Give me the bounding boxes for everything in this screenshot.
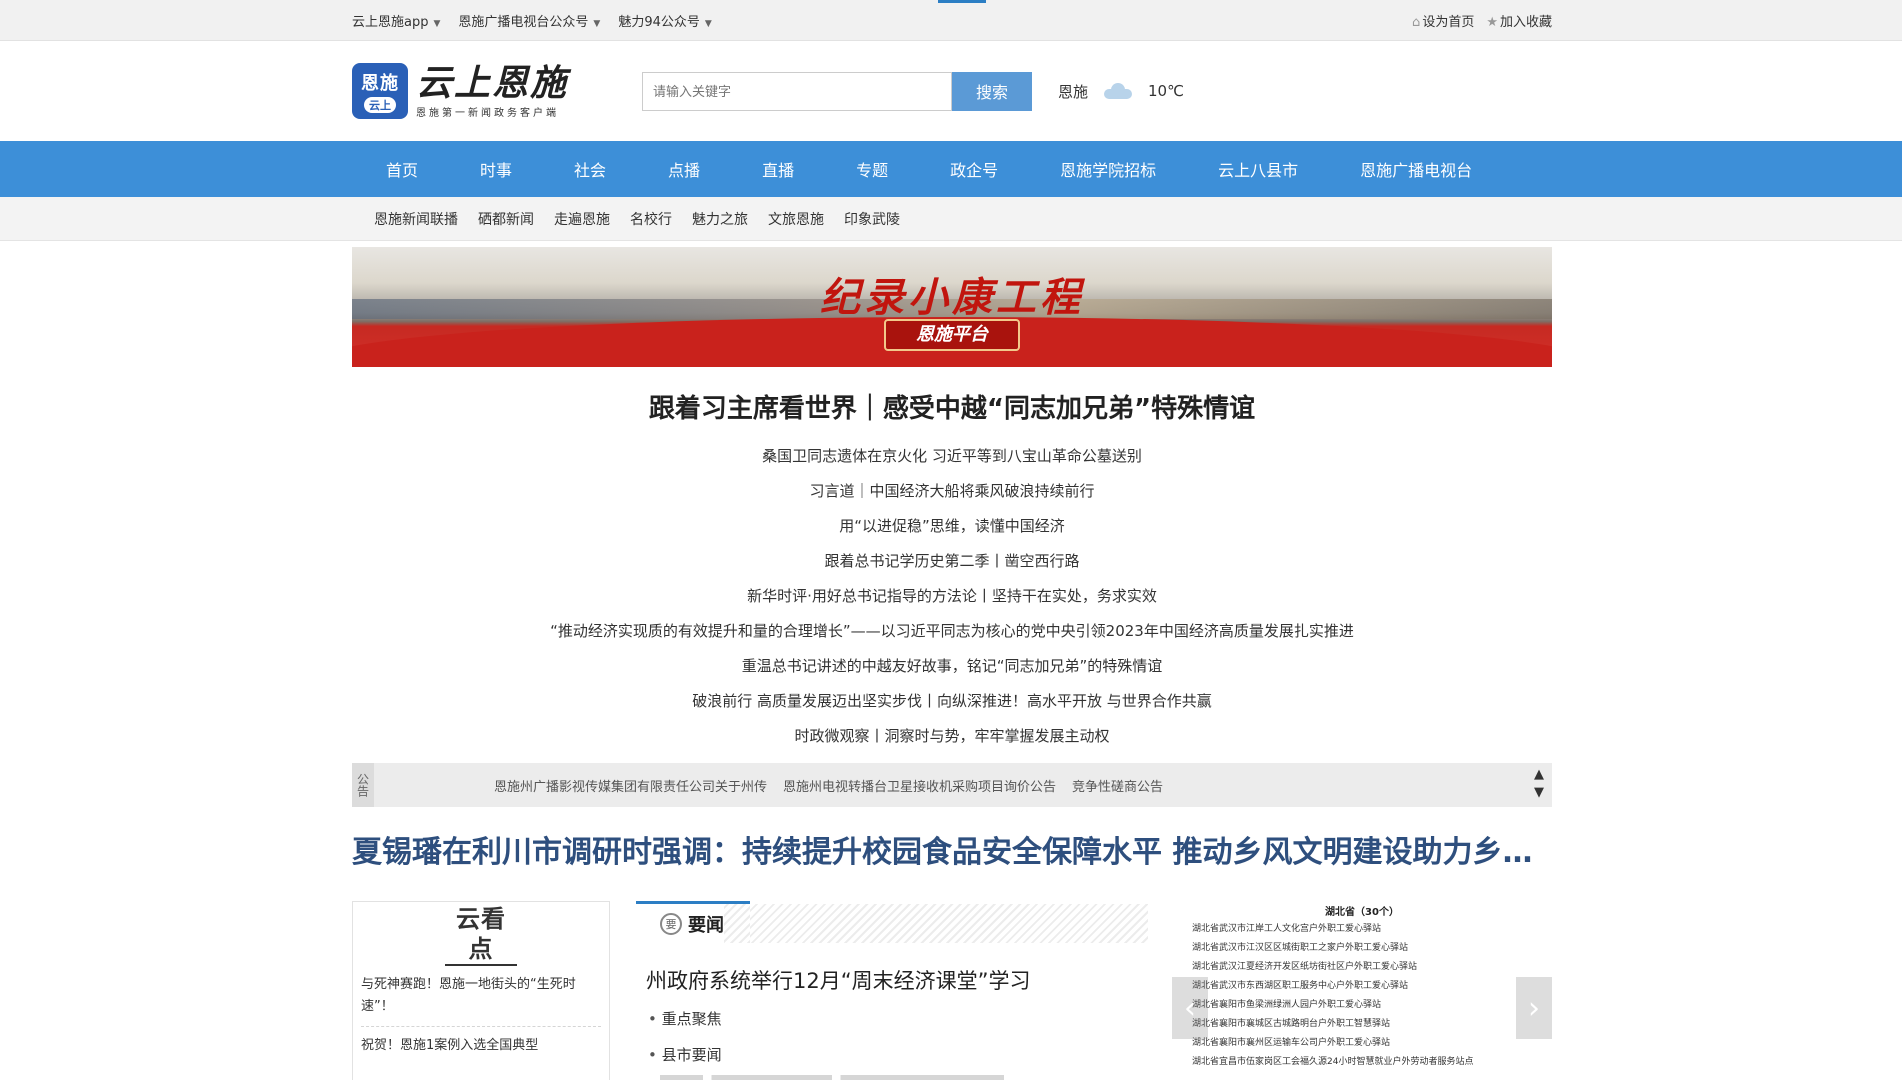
arrow-down-icon[interactable]: ▼: [1534, 786, 1544, 799]
subnav-news-broadcast[interactable]: 恩施新闻联播: [374, 209, 458, 229]
notice-bar: 公告 恩施州广播影视传媒集团有限责任公司关于州传 恩施州电视转播台卫星接收机采购…: [352, 763, 1552, 807]
province-item: 湖北省襄阳市鱼梁洲绿洲人园户外职工爱心驿站: [1192, 1000, 1382, 1010]
province-title: 湖北省（30个）: [1325, 907, 1399, 918]
weather-city: 恩施: [1058, 82, 1089, 101]
content-row: 云看点 与死神赛跑！恩施一地街头的“生死时速”！ 祝贺！恩施1案例入选全国典型 …: [352, 901, 1552, 1080]
news-link-county[interactable]: 县市要闻: [648, 1037, 1148, 1073]
search-button[interactable]: 搜索: [952, 71, 1032, 111]
headline-item[interactable]: 跟着总书记学历史第二季丨凿空西行路: [352, 544, 1552, 579]
notice-item[interactable]: 恩施州广播影视传媒集团有限责任公司关于州传: [494, 776, 767, 795]
yunkan-item[interactable]: 与死神赛跑！恩施一地街头的“生死时速”！: [361, 966, 601, 1027]
promo-banner[interactable]: 纪录小康工程 恩施平台: [352, 247, 1552, 367]
set-home-link[interactable]: ⌂ 设为首页: [1412, 11, 1474, 30]
weather-temp: 10℃: [1148, 82, 1184, 100]
subnav-tour-enshi[interactable]: 走遍恩施: [554, 209, 610, 229]
top-indicator: [938, 0, 986, 3]
banner-title: 纪录小康工程: [820, 274, 1084, 321]
notice-tag: 公告: [352, 763, 374, 807]
slider-next-icon[interactable]: ›: [1516, 977, 1552, 1039]
radio-wechat-link[interactable]: 魅力94公众号 ▼: [618, 11, 711, 30]
news-icon: 要: [660, 912, 682, 935]
tab-important-news[interactable]: 要 要闻: [636, 901, 750, 943]
province-item: 湖北省武汉市江汉区区城街职工之家户外职工爱心驿站: [1192, 943, 1409, 953]
news-panel: 要 要闻 州政府系统举行12月“周末经济课堂”学习 重点聚焦 县市要闻: [636, 901, 1148, 1080]
tv-wechat-link[interactable]: 恩施广播电视台公众号 ▼: [458, 11, 600, 30]
nav-topics[interactable]: 专题: [822, 157, 916, 181]
big-headline[interactable]: 夏锡璠在利川市调研时强调：持续提升校园食品安全保障水平 推动乡风文明建设助力乡村…: [352, 833, 1552, 873]
main-nav: 首页 时事 社会 点播 直播 专题 政企号 恩施学院招标 云上八县市 恩施广播电…: [0, 141, 1902, 197]
nav-society[interactable]: 社会: [540, 157, 634, 181]
star-icon: ★: [1486, 15, 1498, 30]
headline-item[interactable]: “推动经济实现质的有效提升和量的合理增长”——以习近平同志为核心的党中央引领20…: [352, 614, 1552, 649]
headline-item[interactable]: 习言道｜中国经济大船将乘风破浪持续前行: [352, 474, 1552, 509]
nav-live[interactable]: 直播: [728, 157, 822, 181]
province-item: 湖北省宜昌市伍家岗区工会福久源24小时智慧就业户外劳动者服务站点: [1192, 1057, 1474, 1067]
subnav-impression-wuling[interactable]: 印象武陵: [844, 209, 900, 229]
headline-block: 跟着习主席看世界｜感受中越“同志加兄弟”特殊情谊 桑国卫同志遗体在京火化 习近平…: [352, 391, 1552, 754]
top-links: 云上恩施app ▼ 恩施广播电视台公众号 ▼ 魅力94公众号 ▼: [352, 11, 712, 30]
news-link-focus[interactable]: 重点聚焦: [648, 1001, 1148, 1037]
sub-nav: 恩施新闻联播 硒都新闻 走遍恩施 名校行 魅力之旅 文旅恩施 印象武陵: [0, 197, 1902, 241]
chevron-down-icon: ▼: [704, 19, 712, 29]
province-list: 湖北省武汉市江岸工人文化宫户外职工爱心驿站 湖北省武汉市江汉区区城街职工之家户外…: [1192, 920, 1552, 1072]
nav-eight-counties[interactable]: 云上八县市: [1184, 157, 1326, 181]
subnav-charm-journey[interactable]: 魅力之旅: [692, 209, 748, 229]
headline-list: 桑国卫同志遗体在京火化 习近平等到八宝山革命公墓送别 习言道｜中国经济大船将乘风…: [352, 439, 1552, 754]
top-actions: ⌂ 设为首页 ★ 加入收藏: [1412, 11, 1552, 30]
nav-current-affairs[interactable]: 时事: [446, 157, 540, 181]
headline-item[interactable]: 用“以进促稳”思维，读懂中国经济: [352, 509, 1552, 544]
nav-college-admissions[interactable]: 恩施学院招标: [1026, 157, 1184, 181]
home-icon: ⌂: [1412, 15, 1421, 30]
news-tab-strip: 要 要闻: [636, 901, 1148, 943]
notice-items: 恩施州广播影视传媒集团有限责任公司关于州传 恩施州电视转播台卫星接收机采购项目询…: [494, 776, 1163, 795]
top-bar: 云上恩施app ▼ 恩施广播电视台公众号 ▼ 魅力94公众号 ▼ ⌂ 设为首页 ★ 加入收…: [0, 0, 1902, 41]
nav-gov-accounts[interactable]: 政企号: [916, 157, 1026, 181]
headline-item[interactable]: 新华时评·用好总书记指导的方法论丨坚持干在实处，务求实效: [352, 579, 1552, 614]
chevron-down-icon: ▼: [433, 19, 441, 29]
search-box: 搜索: [642, 71, 1032, 111]
news-title[interactable]: 州政府系统举行12月“周末经济课堂”学习: [646, 965, 1148, 995]
headline-title[interactable]: 跟着习主席看世界｜感受中越“同志加兄弟”特殊情谊: [352, 391, 1552, 427]
province-item: 湖北省武汉市东西湖区职工服务中心户外职工爱心驿站: [1192, 981, 1409, 991]
headline-item[interactable]: 时政微观察丨洞察时与势，牢牢掌握发展主动权: [352, 719, 1552, 754]
nav-on-demand[interactable]: 点播: [634, 157, 728, 181]
search-input[interactable]: [642, 71, 952, 111]
arrow-up-icon[interactable]: ▲: [1534, 768, 1544, 781]
banner-badge: 恩施平台: [884, 319, 1020, 351]
notice-item[interactable]: 恩施州电视转播台卫星接收机采购项目询价公告: [783, 776, 1056, 795]
logo-text: 云上恩施 恩施第一新闻政务客户端: [416, 62, 569, 119]
nav-tv-station[interactable]: 恩施广播电视台: [1326, 157, 1500, 181]
slider-panel: 湖北省（30个） 湖北省武汉市江岸工人文化宫户外职工爱心驿站 湖北省武汉市江汉区…: [1172, 901, 1552, 1080]
tab-label: 要闻: [688, 914, 724, 936]
notice-arrows: ▲ ▼: [1534, 768, 1544, 799]
tab-strip-fill: [750, 904, 1148, 943]
headline-item[interactable]: 重温总书记讲述的中越友好故事，铭记“同志加兄弟”的特殊情谊: [352, 649, 1552, 684]
cloud-icon: [1102, 83, 1134, 99]
province-item: 湖北省襄阳市襄城区古城路明台户外职工智慧驿站: [1192, 1019, 1391, 1029]
weather-widget: 恩施 10℃: [1058, 81, 1184, 102]
subnav-selenium-news[interactable]: 硒都新闻: [478, 209, 534, 229]
headline-item[interactable]: 桑国卫同志遗体在京火化 习近平等到八宝山革命公墓送别: [352, 439, 1552, 474]
add-favorite-link[interactable]: ★ 加入收藏: [1486, 11, 1552, 30]
news-links: 重点聚焦 县市要闻: [648, 1001, 1148, 1073]
subnav-school-tour[interactable]: 名校行: [630, 209, 672, 229]
province-item: 湖北省武汉江夏经济开发区纸坊街社区户外职工爱心驿站: [1192, 962, 1418, 972]
nav-home[interactable]: 首页: [352, 157, 446, 181]
app-link[interactable]: 云上恩施app ▼: [352, 11, 440, 30]
chevron-down-icon: ▼: [593, 19, 601, 29]
notice-item[interactable]: 竞争性磋商公告: [1072, 776, 1163, 795]
province-item: 湖北省武汉市江岸工人文化宫户外职工爱心驿站: [1192, 924, 1382, 934]
header: 恩施 云上 云上恩施 恩施第一新闻政务客户端 搜索 恩施 10℃: [0, 41, 1902, 141]
yunkan-panel: 云看点 与死神赛跑！恩施一地街头的“生死时速”！ 祝贺！恩施1案例入选全国典型: [352, 901, 610, 1080]
site-logo[interactable]: 恩施 云上 云上恩施 恩施第一新闻政务客户端: [352, 63, 642, 119]
province-item: 湖北省襄阳市襄州区运输车公司户外职工爱心驿站: [1192, 1038, 1391, 1048]
yunkan-logo: 云看点: [445, 904, 517, 966]
clipped-text-line: [660, 1075, 1090, 1080]
tab-inner: 要 要闻: [636, 904, 724, 943]
slider-prev-icon[interactable]: ‹: [1172, 977, 1208, 1039]
subnav-culture-tourism[interactable]: 文旅恩施: [768, 209, 824, 229]
yunkan-item[interactable]: 祝贺！恩施1案例入选全国典型: [361, 1027, 601, 1065]
logo-badge: 恩施 云上: [352, 63, 408, 119]
headline-item[interactable]: 破浪前行 高质量发展迈出坚实步伐丨向纵深推进！高水平开放 与世界合作共赢: [352, 684, 1552, 719]
